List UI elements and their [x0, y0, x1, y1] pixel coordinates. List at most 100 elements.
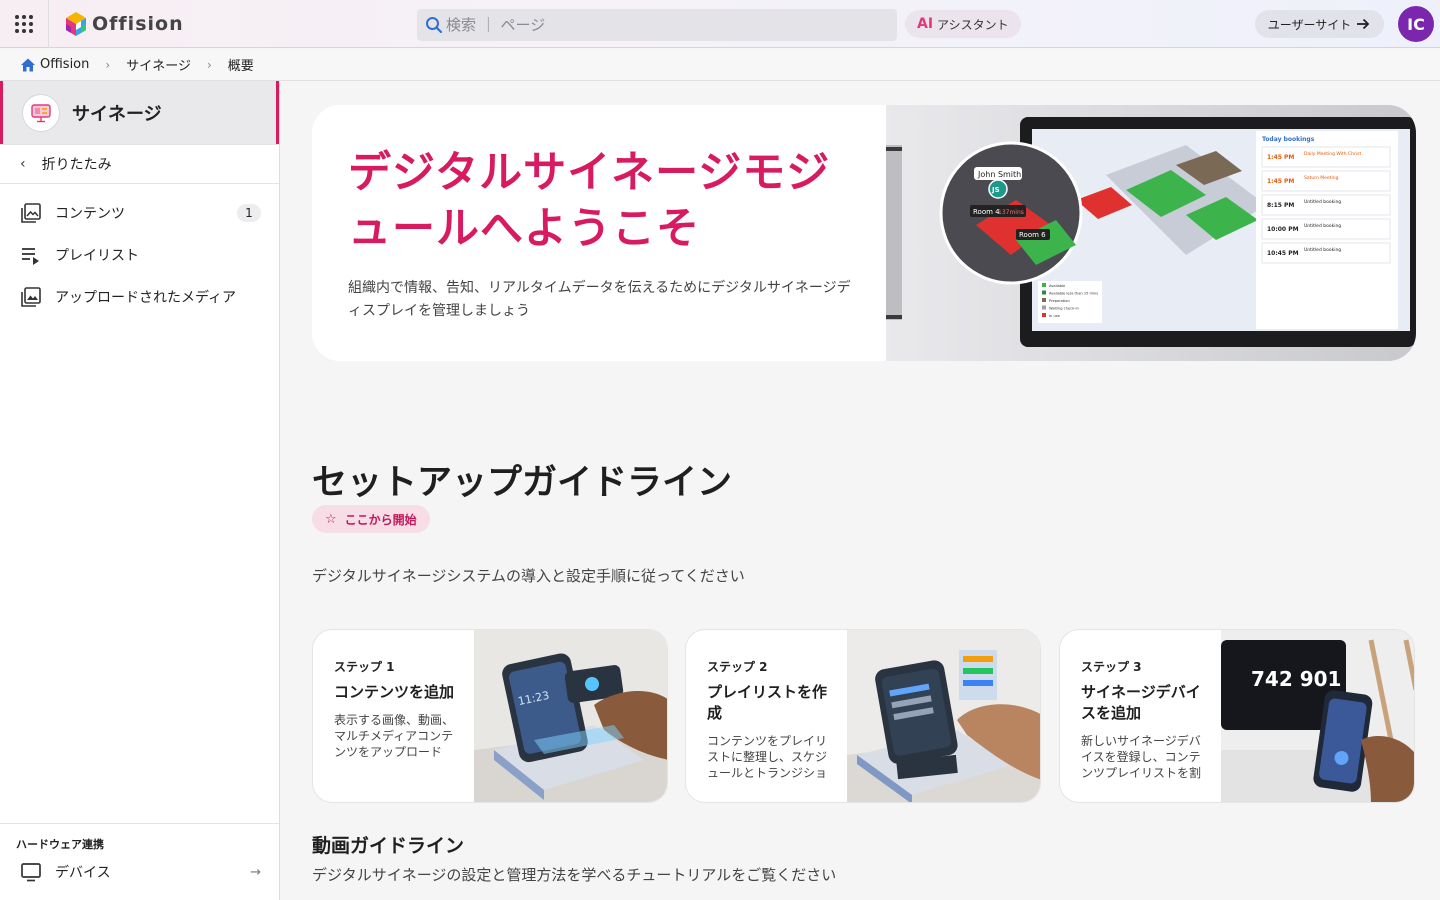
logo-text: Offision — [92, 13, 184, 35]
booking-time: 1:45 PM — [1267, 178, 1294, 185]
bookings-list: 1:45 PM Daily Meeting With Christ 1:45 PM S… — [1261, 146, 1391, 264]
user-name-label: John Smith — [977, 170, 1021, 179]
hardware-section: ハードウェア連携 デバイス → — [0, 823, 279, 890]
legend-swatch — [1042, 305, 1046, 310]
uploaded-media-icon — [21, 287, 41, 307]
breadcrumb-signage[interactable]: サイネージ — [126, 55, 191, 74]
legend-swatch — [1042, 298, 1046, 302]
module-title: サイネージ — [72, 103, 162, 125]
hardware-section-label: ハードウェア連携 — [16, 838, 104, 851]
collapse-button[interactable]: ‹ 折りたたみ — [0, 144, 279, 184]
setup-guideline-title: セットアップガイドライン — [312, 463, 733, 503]
booking-title: Untitled booking — [1304, 199, 1341, 205]
step-description: コンテンツをプレイリストに整理し、スケジュールとトランジションを設定 — [707, 734, 828, 780]
star-icon: ☆ — [325, 511, 337, 527]
sidebar-item-devices[interactable]: デバイス → — [0, 854, 279, 890]
bookings-panel-title: Today bookings — [1262, 136, 1315, 143]
step-description: 新しいサイネージデバイスを登録し、コンテンツプレイリストを割り当て — [1081, 734, 1202, 780]
legend-swatch — [1042, 313, 1046, 317]
pairing-code-text: 742 901 — [1251, 667, 1341, 691]
step-card-2[interactable]: ステップ 2 プレイリストを作成 コンテンツをプレイリストに整理し、スケジュール… — [685, 629, 1041, 803]
welcome-hero: デジタルサイネージモジュールへようこそ 組織内で情報、告知、リアルタイムデータを… — [312, 105, 1416, 361]
booking-title: Daily Meeting With Christ — [1304, 151, 1361, 157]
legend-swatch — [1042, 283, 1046, 287]
start-here-chip[interactable]: ☆ ここから開始 — [312, 505, 430, 533]
chevron-right-icon: › — [105, 57, 111, 72]
monitor-icon — [21, 863, 41, 882]
breadcrumb-overview: 概要 — [227, 59, 254, 74]
hero-text: デジタルサイネージモジュールへようこそ 組織内で情報、告知、リアルタイムデータを… — [348, 145, 858, 323]
logo[interactable]: Offision — [64, 10, 184, 38]
step-2-illustration — [847, 630, 1040, 802]
step-text: ステップ 2 プレイリストを作成 コンテンツをプレイリストに整理し、スケジュール… — [707, 658, 829, 781]
search-icon — [426, 17, 443, 34]
chevron-left-icon: ‹ — [20, 156, 26, 172]
legend-label: Available less than 15 mins — [1049, 292, 1098, 296]
arrow-right-icon — [1357, 18, 1370, 30]
step-description: 表示する画像、動画、マルチメディアコンテンツをアップロード — [334, 713, 455, 759]
legend-label: Preparation — [1049, 299, 1070, 303]
breadcrumb: Offision › サイネージ › 概要 — [0, 49, 1440, 81]
user-site-button[interactable]: ユーザーサイト — [1255, 10, 1384, 38]
playlist-icon — [22, 248, 39, 265]
video-guideline-title: 動画ガイドライン — [312, 835, 465, 857]
room-label: Room 6 — [1019, 231, 1046, 239]
user-site-label: ユーザーサイト — [1267, 17, 1352, 32]
avatar[interactable]: IC — [1398, 6, 1434, 42]
hero-description: 組織内で情報、告知、リアルタイムデータを伝えるためにデジタルサイネージディスプレ… — [348, 280, 851, 319]
legend-label: Waiting check-in — [1049, 307, 1079, 311]
signage-module-icon — [22, 93, 60, 132]
step-text: ステップ 3 サイネージデバイスを追加 新しいサイネージデバイスを登録し、コンテ… — [1081, 658, 1203, 781]
step-title: サイネージデバイスを追加 — [1081, 683, 1201, 722]
booking-title: Saturn Meeting — [1304, 175, 1339, 181]
step-number: ステップ 1 — [334, 660, 395, 674]
room-label: Room 4 — [973, 208, 1000, 216]
step-text: ステップ 1 コンテンツを追加 表示する画像、動画、マルチメディアコンテンツをア… — [334, 658, 456, 760]
hero-title: デジタルサイネージモジュールへようこそ — [348, 148, 831, 254]
top-bar: Offision AI アシスタント ユーザーサイト IC — [0, 0, 1440, 48]
step-title: プレイリストを作成 — [707, 683, 828, 722]
booking-title: Untitled booking — [1304, 247, 1341, 253]
booking-time: 8:15 PM — [1267, 202, 1294, 209]
sidebar-item-uploaded-media[interactable]: アップロードされたメディア — [0, 276, 279, 318]
step-card-3[interactable]: ステップ 3 サイネージデバイスを追加 新しいサイネージデバイスを登録し、コンテ… — [1059, 629, 1415, 803]
step-number: ステップ 3 — [1081, 660, 1142, 674]
chevron-right-icon: › — [206, 57, 212, 72]
apps-grid-icon[interactable] — [12, 12, 36, 36]
ai-assistant-button[interactable]: AI アシスタント — [905, 10, 1021, 38]
booking-time: 10:45 PM — [1267, 250, 1299, 257]
ai-icon: AI — [917, 16, 934, 32]
sidebar-item-label: アップロードされたメディア — [55, 290, 237, 306]
booking-time: 10:00 PM — [1267, 226, 1299, 233]
step-title: コンテンツを追加 — [334, 683, 455, 701]
video-guideline-description: デジタルサイネージの設定と管理方法を学べるチュートリアルをご覧ください — [312, 866, 837, 884]
breadcrumb-home[interactable]: Offision — [20, 57, 89, 73]
step-number: ステップ 2 — [707, 660, 768, 674]
photo-library-icon — [21, 203, 41, 223]
sidebar-item-label: デバイス — [55, 865, 111, 881]
search-bar[interactable] — [417, 9, 897, 41]
collapse-label: 折りたたみ — [41, 157, 112, 173]
signage-display-illustration: John Smith JS Room 4 137mins Room 6 Toda… — [886, 105, 1416, 361]
logo-cube-icon — [66, 12, 86, 36]
divider — [48, 0, 49, 48]
home-icon — [21, 58, 35, 71]
sidebar-item-content[interactable]: コンテンツ 1 — [0, 192, 279, 234]
module-header: サイネージ — [0, 81, 279, 144]
legend-swatch — [1042, 290, 1046, 295]
sidebar-item-playlist[interactable]: プレイリスト — [0, 234, 279, 276]
step-1-illustration: 11:23 — [474, 630, 667, 802]
hero-illustration: John Smith JS Room 4 137mins Room 6 Toda… — [886, 105, 1416, 361]
booking-time: 1:45 PM — [1267, 154, 1294, 161]
setup-guideline-description: デジタルサイネージシステムの導入と設定手順に従ってください — [312, 567, 745, 585]
sidebar-item-label: コンテンツ — [55, 206, 125, 222]
booking-title: Untitled booking — [1304, 223, 1341, 229]
search-input[interactable] — [446, 16, 886, 34]
step-card-1[interactable]: ステップ 1 コンテンツを追加 表示する画像、動画、マルチメディアコンテンツをア… — [312, 629, 668, 803]
sidebar: サイネージ ‹ 折りたたみ コンテンツ 1 プレイリスト アップロードされたメデ… — [0, 81, 280, 900]
legend-label: In use — [1049, 314, 1061, 318]
ai-assistant-label: アシスタント — [937, 17, 1009, 32]
sidebar-item-label: プレイリスト — [55, 248, 139, 264]
arrow-right-icon: → — [250, 864, 261, 880]
room-time-label: 137mins — [998, 209, 1024, 216]
